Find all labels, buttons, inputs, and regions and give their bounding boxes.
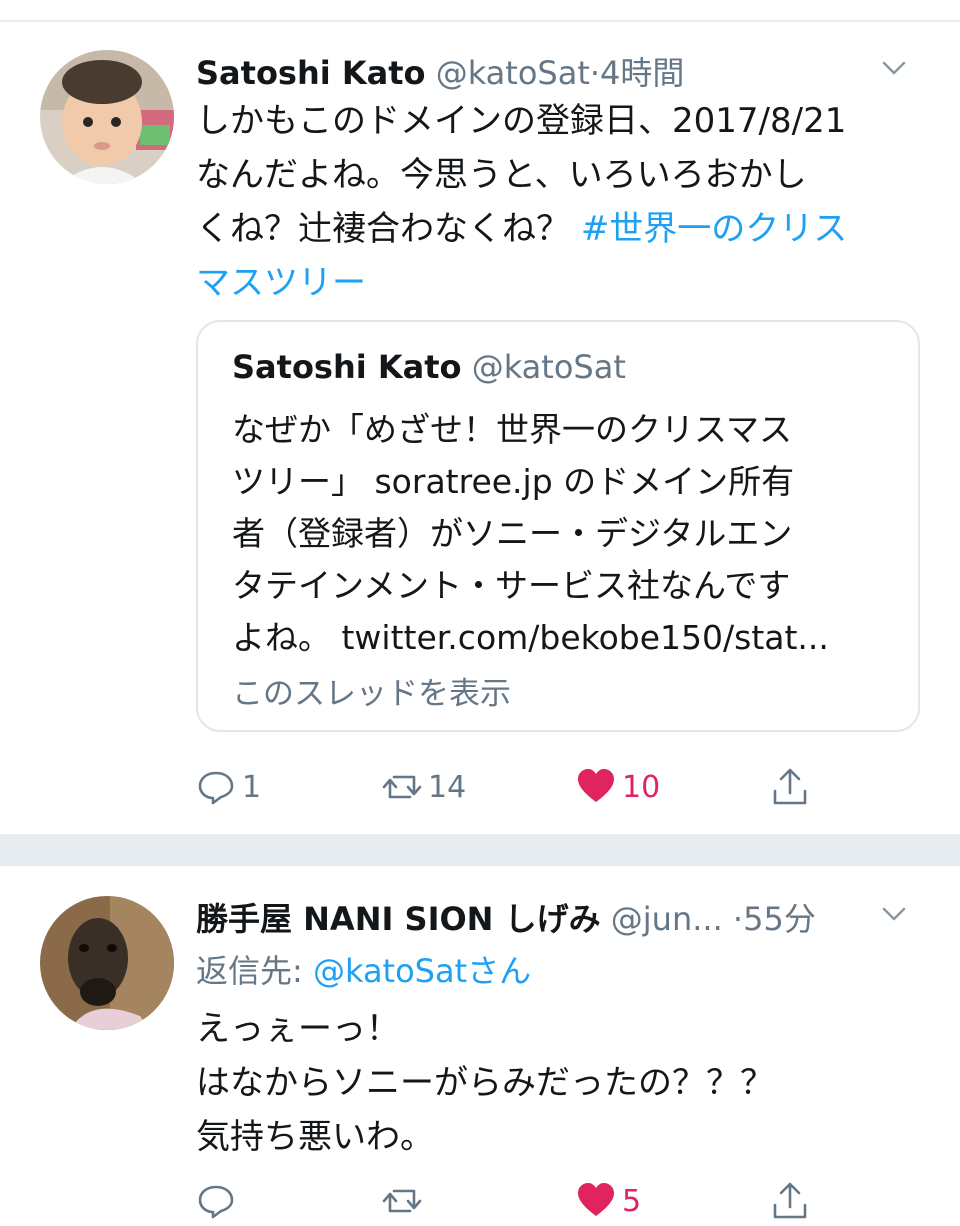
- tweet-text-line: はなからソニーがらみだったの？？？: [196, 1063, 774, 1103]
- like-count: 10: [622, 769, 661, 805]
- reply-count: 1: [242, 769, 262, 805]
- tweet-2[interactable]: 勝手屋 NANI SION しげみ @jun... ·55分 返信先: @kat…: [0, 866, 960, 1219]
- quoted-text-line: タテインメント・サービス社なんです: [232, 566, 791, 605]
- reply-mention-link[interactable]: @katoSatさん: [313, 952, 531, 990]
- like-count: 5: [622, 1183, 642, 1219]
- dot-separator: ·: [589, 54, 601, 92]
- reply-button[interactable]: 1: [196, 762, 261, 812]
- retweet-button[interactable]: [382, 1176, 428, 1226]
- share-upload-icon: [773, 768, 807, 805]
- timestamp[interactable]: 4時間: [600, 54, 684, 92]
- tweet-separator: [0, 834, 960, 866]
- replying-to: 返信先: @katoSatさん: [196, 946, 531, 992]
- quoted-text-line: 者（登録者）がソニー・デジタルエン: [232, 514, 793, 553]
- hashtag-link[interactable]: #世界一のクリス: [581, 209, 848, 249]
- like-button[interactable]: 10: [576, 762, 660, 812]
- tweet-text-line: くね？辻褄合わなくね？: [196, 209, 581, 249]
- quoted-text-line: よね。 twitter.com/bekobe150/stat...: [232, 618, 829, 657]
- heart-icon: [578, 1183, 614, 1216]
- retweet-count: 14: [428, 769, 467, 805]
- author-avatar[interactable]: [40, 896, 174, 1030]
- share-upload-icon: [773, 1182, 807, 1219]
- quoted-tweet-text: なぜか「めざせ！世界一のクリスマス ツリー」 soratree.jp のドメイン…: [232, 404, 892, 664]
- reply-button[interactable]: [196, 1176, 242, 1226]
- quoted-author-handle: @katoSat: [471, 348, 626, 386]
- author-name[interactable]: 勝手屋 NANI SION しげみ: [196, 900, 601, 938]
- tweet-header: 勝手屋 NANI SION しげみ @jun... ·55分: [196, 894, 930, 944]
- speech-bubble-icon: [198, 771, 234, 805]
- hashtag-link-continued[interactable]: マスツリー: [196, 256, 936, 310]
- timestamp[interactable]: 55分: [743, 900, 816, 938]
- heart-icon: [578, 769, 614, 802]
- tweet-text: えっぇーっ！ はなからソニーがらみだったの？？？ 気持ち悪いわ。: [196, 1002, 936, 1164]
- tweet-text-line: しかもこのドメインの登録日、2017/8/21: [196, 101, 847, 141]
- dog-photo-avatar-icon: [40, 896, 174, 1030]
- quoted-tweet-card[interactable]: Satoshi Kato @katoSat なぜか「めざせ！世界一のクリスマス …: [196, 320, 920, 732]
- retweet-arrows-icon: [382, 1189, 422, 1213]
- chevron-down-icon[interactable]: [878, 52, 910, 84]
- tweet-1[interactable]: Satoshi Kato @katoSat·4時間 しかもこのドメインの登録日、…: [0, 0, 960, 834]
- reply-prefix: 返信先:: [196, 952, 313, 990]
- quoted-author-name: Satoshi Kato: [232, 348, 462, 386]
- speech-bubble-icon: [198, 1185, 234, 1219]
- author-handle[interactable]: @katoSat: [436, 54, 590, 92]
- retweet-button[interactable]: 14: [382, 762, 466, 812]
- quoted-text-line: ツリー」 soratree.jp のドメイン所有: [232, 462, 795, 501]
- share-button[interactable]: [770, 762, 816, 812]
- author-handle[interactable]: @jun...: [611, 900, 723, 938]
- dot-separator: ·: [732, 900, 744, 938]
- share-button[interactable]: [770, 1176, 816, 1226]
- tweet-actions: 5: [196, 1176, 836, 1226]
- tweet-text: しかもこのドメインの登録日、2017/8/21 なんだよね。今思うと、いろいろお…: [196, 94, 936, 310]
- retweet-arrows-icon: [382, 775, 422, 799]
- tweet-text-line: なんだよね。今思うと、いろいろおかし: [196, 155, 807, 195]
- tweet-text-line: 気持ち悪いわ。: [196, 1117, 434, 1157]
- tweet-text-line: えっぇーっ！: [196, 1009, 400, 1049]
- quoted-tweet-header: Satoshi Kato @katoSat: [232, 348, 626, 386]
- like-button[interactable]: 5: [576, 1176, 641, 1226]
- show-thread-link[interactable]: このスレッドを表示: [232, 668, 511, 713]
- tweet-header: Satoshi Kato @katoSat·4時間: [196, 48, 930, 98]
- tweet-actions: 1 14 10: [196, 762, 836, 812]
- author-avatar[interactable]: [40, 50, 174, 184]
- chevron-down-icon[interactable]: [878, 898, 910, 930]
- baby-photo-avatar-icon: [40, 50, 174, 184]
- quoted-text-line: なぜか「めざせ！世界一のクリスマス: [232, 410, 793, 449]
- author-name[interactable]: Satoshi Kato: [196, 54, 426, 92]
